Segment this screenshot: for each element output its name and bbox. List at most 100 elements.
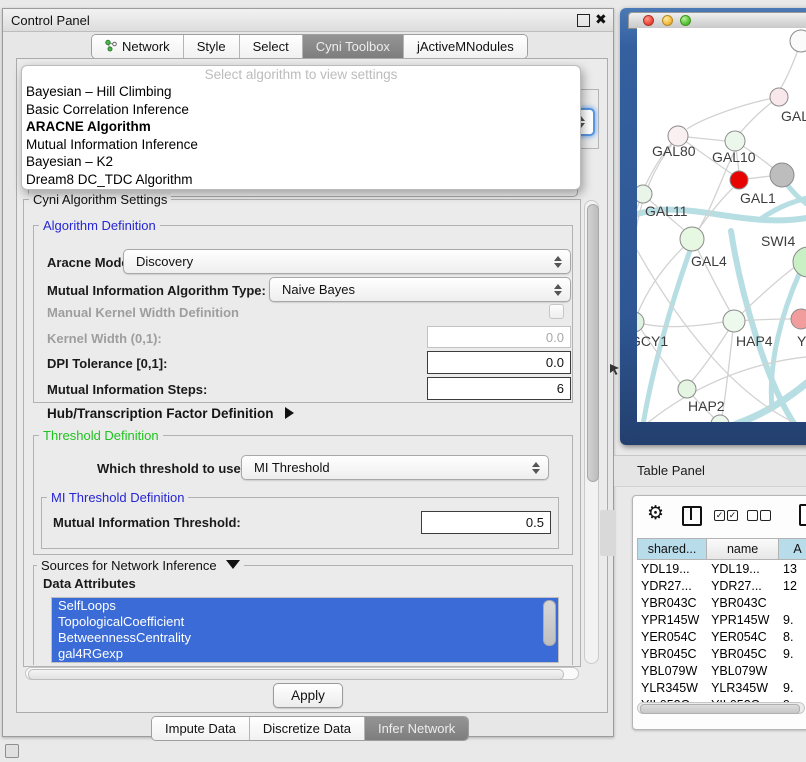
desktop: Control Panel ✖ Network Style Select Cyni T… [0, 0, 806, 762]
mi-threshold-field[interactable]: 0.5 [421, 511, 551, 534]
hub-definition-expander[interactable]: Hub/Transcription Factor Definition [47, 406, 294, 421]
node-label: GAL1 [740, 190, 776, 206]
tab-label: Style [197, 39, 226, 54]
scrollbar-thumb[interactable] [640, 704, 800, 714]
node-y[interactable] [791, 309, 806, 329]
manual-kernel-checkbox[interactable] [549, 304, 564, 319]
algorithm-option[interactable]: Bayesian – K2 [22, 153, 580, 171]
kernel-width-field[interactable]: 0.0 [427, 326, 571, 348]
node[interactable] [770, 163, 794, 187]
mi-type-combobox[interactable]: Naive Bayes [269, 277, 571, 302]
data-attributes-list[interactable]: SelfLoopsTopologicalCoefficientBetweenne… [51, 597, 559, 663]
node-gal[interactable] [770, 88, 788, 106]
table-row[interactable]: YBL079WYBL079W [637, 662, 806, 679]
table-row[interactable]: YPR145WYPR145W9. [637, 611, 806, 628]
split-panes-icon[interactable] [682, 506, 702, 526]
table-cell: 9. [779, 611, 806, 628]
table-toolbar: ⚙ ✓ ✓ [633, 496, 806, 534]
close-traffic-light-icon[interactable] [643, 15, 654, 26]
tab-cyni-toolbox[interactable]: Cyni Toolbox [302, 35, 403, 58]
node-table[interactable]: shared...nameA YDL19...YDL19...13YDR27..… [637, 538, 806, 713]
dpi-tolerance-field[interactable]: 0.0 [427, 351, 571, 374]
tab-discretize-data[interactable]: Discretize Data [249, 717, 364, 740]
network-canvas[interactable]: GALGAL80GAL10GAL1GAL11GAL4SWI4GCY1HAP4YH… [637, 28, 806, 422]
combo-stepper-icon [554, 284, 563, 296]
attribute-item[interactable]: gal4RGexp [52, 646, 558, 662]
manual-kernel-label: Manual Kernel Width Definition [47, 305, 239, 320]
tab-impute-data[interactable]: Impute Data [152, 717, 249, 740]
sources-group-title[interactable]: Sources for Network Inference [37, 558, 244, 573]
algorithm-option[interactable]: Bayesian – Hill Climbing [22, 83, 580, 101]
tab-infer-network[interactable]: Infer Network [364, 717, 468, 740]
mouse-cursor [610, 364, 620, 376]
attribute-item[interactable]: SelfLoops [52, 598, 558, 614]
tab-network[interactable]: Network [92, 35, 183, 58]
node[interactable] [711, 415, 729, 422]
tab-style[interactable]: Style [183, 35, 239, 58]
minimize-traffic-light-icon[interactable] [662, 15, 673, 26]
table-row[interactable]: YLR345WYLR345W9. [637, 679, 806, 696]
panel-divider-grip[interactable] [600, 510, 616, 556]
tab-select[interactable]: Select [239, 35, 302, 58]
scrollbar-thumb[interactable] [28, 669, 564, 680]
popup-item-list: Bayesian – Hill ClimbingBasic Correlatio… [22, 83, 580, 188]
table-row[interactable]: YDL19...YDL19...13 [637, 560, 806, 577]
unchecked-box-icon[interactable] [747, 510, 758, 521]
table-row[interactable]: YER054CYER054C8. [637, 628, 806, 645]
table-cell: YLR345W [637, 679, 707, 696]
table-row[interactable]: YBR045CYBR045C9. [637, 645, 806, 662]
algorithm-option[interactable]: Basic Correlation Inference [22, 101, 580, 119]
table-row[interactable]: YBR043CYBR043C [637, 594, 806, 611]
node-hap4[interactable] [723, 310, 745, 332]
aracne-mode-combobox[interactable]: Discovery [123, 249, 571, 274]
which-threshold-label: Which threshold to use: [97, 461, 245, 476]
attribute-item[interactable]: BetweennessCentrality [52, 630, 558, 646]
node-label: GAL [781, 108, 806, 124]
table-cell: YDR27... [637, 577, 707, 594]
float-window-icon[interactable] [577, 14, 590, 27]
node-hap2[interactable] [678, 380, 696, 398]
algorithm-option[interactable]: ARACNE Algorithm [22, 118, 580, 136]
node-gal1[interactable] [730, 171, 748, 189]
node-label: Y [797, 333, 806, 349]
node-swi4[interactable] [793, 247, 806, 277]
document-icon[interactable] [799, 504, 806, 526]
column-header[interactable]: name [707, 538, 779, 560]
gear-icon[interactable]: ⚙ [647, 504, 664, 523]
table-row[interactable]: YDR27...YDR27...12 [637, 577, 806, 594]
node-gcy1[interactable] [637, 312, 644, 332]
node[interactable] [790, 30, 806, 52]
close-icon[interactable]: ✖ [595, 11, 607, 28]
attribute-item[interactable]: TopologicalCoefficient [52, 614, 558, 630]
node-gal4[interactable] [680, 227, 704, 251]
cyni-bottom-tabs: Impute DataDiscretize DataInfer Network [151, 716, 469, 741]
tab-jactivemnodules[interactable]: jActiveMNodules [403, 35, 527, 58]
settings-vertical-scrollbar[interactable] [584, 200, 599, 664]
control-panel-titlebar[interactable]: Control Panel ✖ [3, 9, 613, 32]
checked-box-icon[interactable]: ✓ [727, 510, 738, 521]
column-header[interactable]: shared... [637, 538, 707, 560]
table-body: YDL19...YDL19...13YDR27...YDR27...12YBR0… [637, 560, 806, 713]
unchecked-box-icon[interactable] [760, 510, 771, 521]
network-view-window[interactable]: GALGAL80GAL10GAL1GAL11GAL4SWI4GCY1HAP4YH… [620, 8, 806, 445]
column-header[interactable]: A [779, 538, 806, 560]
apply-button[interactable]: Apply [273, 683, 343, 708]
settings-horizontal-scrollbar[interactable] [25, 667, 579, 680]
algorithm-option[interactable]: Dream8 DC_TDC Algorithm [22, 171, 580, 189]
list-scrollbar[interactable] [543, 600, 556, 646]
collapsed-panel-icon[interactable] [5, 744, 19, 758]
network-window-titlebar[interactable] [628, 12, 806, 29]
tab-label: Select [253, 39, 289, 54]
checked-box-icon[interactable]: ✓ [714, 510, 725, 521]
scrollbar-thumb[interactable] [587, 204, 599, 482]
table-horizontal-scrollbar[interactable] [637, 702, 805, 714]
algorithm-option[interactable]: Mutual Information Inference [22, 136, 580, 154]
table-panel-header[interactable]: Table Panel [614, 455, 806, 487]
mi-steps-field[interactable]: 6 [427, 377, 571, 400]
zoom-traffic-light-icon[interactable] [680, 15, 691, 26]
which-threshold-combobox[interactable]: MI Threshold [241, 455, 549, 480]
expander-arrow-icon [285, 407, 294, 419]
node-gal11[interactable] [637, 185, 652, 203]
node-gal10[interactable] [725, 131, 745, 151]
table-cell [779, 662, 806, 679]
